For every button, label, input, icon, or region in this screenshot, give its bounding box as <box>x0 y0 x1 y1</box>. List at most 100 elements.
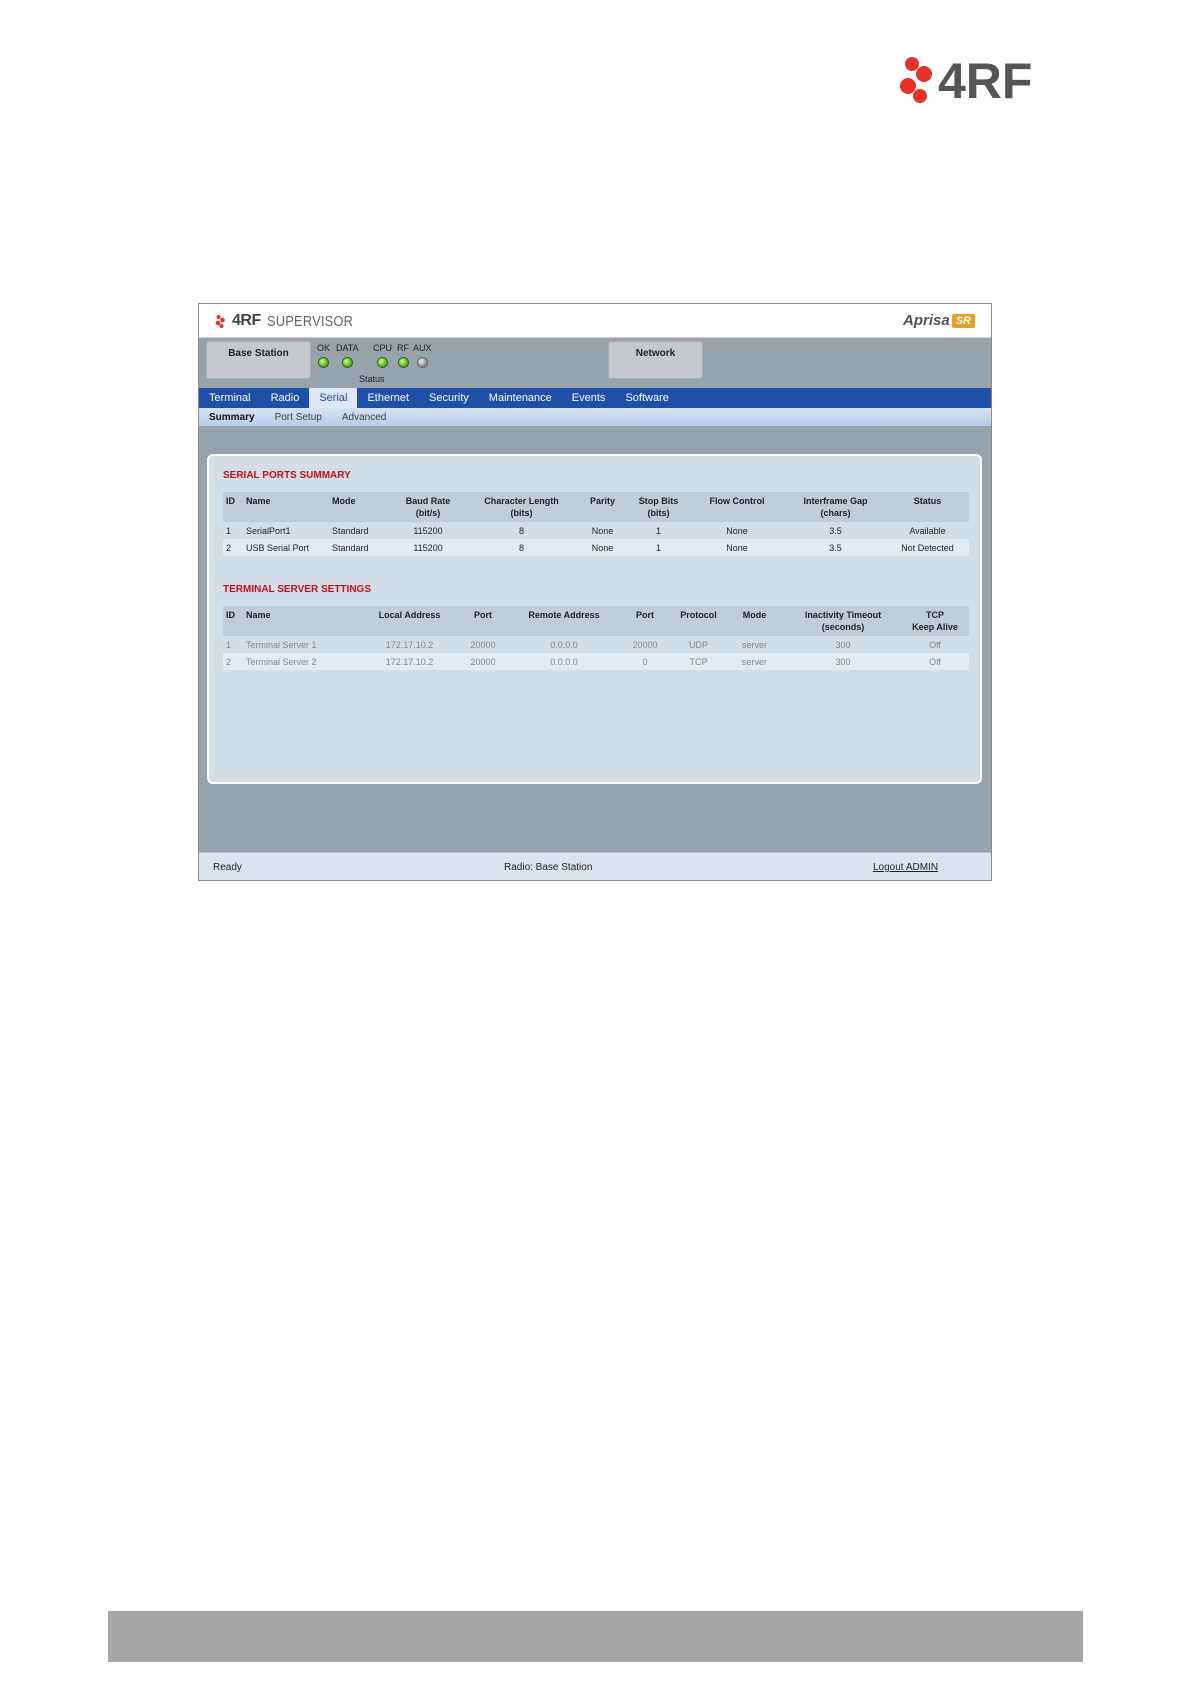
col-baud-rate: Baud Rate (bit/s) <box>390 492 466 522</box>
brand-mark-icon <box>215 315 225 328</box>
cell-baud-rate: 115200 <box>390 539 466 556</box>
cell-remote-address: 0.0.0.0 <box>550 639 578 650</box>
status-ready: Ready <box>213 862 242 873</box>
cell-remote-address: 0.0.0.0 <box>511 653 617 670</box>
col-remote-port: Port <box>617 606 673 636</box>
col-local-port: Port <box>455 606 511 636</box>
cell-name: Terminal Server 1 <box>246 639 317 650</box>
status-label: Status <box>359 374 385 384</box>
sub-nav: Summary Port Setup Advanced <box>199 408 991 426</box>
cell-interframe-gap: 3.5 <box>829 525 842 536</box>
cell-mode: Standard <box>332 525 369 536</box>
table-header-row: ID Name Mode Baud Rate (bit/s) Character… <box>223 492 969 522</box>
cell-char-length: 8 <box>466 539 577 556</box>
led-rf: RF <box>397 343 409 368</box>
cell-stop-bits: 1 <box>628 539 689 556</box>
cell-id: 2 <box>223 653 243 670</box>
network-label: Network <box>635 348 676 359</box>
col-name: Name <box>243 606 364 636</box>
cell-flow-control: None <box>726 525 748 536</box>
base-station-label: Base Station <box>228 348 289 359</box>
cell-char-length: 8 <box>518 525 524 536</box>
led-ok: OK <box>317 343 330 368</box>
tab-events[interactable]: Events <box>562 388 616 408</box>
cell-inactivity-timeout: 300 <box>785 653 901 670</box>
led-aux-icon <box>416 357 428 368</box>
cell-id: 1 <box>226 639 232 650</box>
tab-software[interactable]: Software <box>615 388 678 408</box>
led-cpu: CPU <box>373 343 392 368</box>
subtab-summary[interactable]: Summary <box>199 412 265 423</box>
brand-logo: 4RF SUPERVISOR <box>215 312 367 330</box>
doc-logo-4rf: 4RF <box>898 52 1076 108</box>
table-row[interactable]: 2 USB Serial Port Standard 115200 8 None… <box>223 539 969 556</box>
table-row[interactable]: 1 SerialPort1 Standard 115200 8 None 1 N… <box>223 522 969 539</box>
col-mode: Mode <box>724 606 785 636</box>
cell-remote-port: 0 <box>617 653 673 670</box>
supervisor-window: 4RF SUPERVISOR Aprisa SR Base Station OK… <box>198 303 992 881</box>
tab-terminal[interactable]: Terminal <box>199 388 261 408</box>
cell-remote-port: 20000 <box>632 639 658 650</box>
cell-mode: server <box>741 639 767 650</box>
cell-mode: server <box>724 653 785 670</box>
led-rf-icon <box>397 357 409 368</box>
cell-interframe-gap: 3.5 <box>785 539 886 556</box>
terminal-server-table: ID Name Local Address Port Remote Addres… <box>223 606 969 670</box>
tab-ethernet[interactable]: Ethernet <box>357 388 419 408</box>
cell-id: 2 <box>223 539 243 556</box>
cell-inactivity-timeout: 300 <box>835 639 851 650</box>
col-flow-control: Flow Control <box>689 492 785 522</box>
col-protocol: Protocol <box>673 606 724 636</box>
col-id: ID <box>223 606 243 636</box>
cell-tcp-keep-alive: Off <box>901 653 969 670</box>
subtab-advanced[interactable]: Advanced <box>332 412 396 423</box>
brand-subtitle: SUPERVISOR <box>266 312 353 330</box>
table-row[interactable]: 2 Terminal Server 2 172.17.10.2 20000 0.… <box>223 653 969 670</box>
col-name: Name <box>243 492 329 522</box>
col-parity: Parity <box>577 492 628 522</box>
cell-status: Not Detected <box>886 539 969 556</box>
col-id: ID <box>223 492 243 522</box>
base-station-button[interactable]: Base Station <box>206 341 311 379</box>
led-ok-icon <box>318 357 329 368</box>
svg-text:4RF: 4RF <box>938 53 1032 108</box>
table-row[interactable]: 1 Terminal Server 1 172.17.10.2 20000 0.… <box>223 636 969 653</box>
cell-mode: Standard <box>329 539 390 556</box>
tab-maintenance[interactable]: Maintenance <box>479 388 562 408</box>
cell-parity: None <box>591 525 614 536</box>
product-badge: SR <box>951 313 975 328</box>
cell-baud-rate: 115200 <box>413 525 443 536</box>
tab-serial[interactable]: Serial <box>309 388 358 408</box>
product-logo: Aprisa SR <box>903 312 975 329</box>
cell-name: SerialPort1 <box>246 525 291 536</box>
serial-summary-table: ID Name Mode Baud Rate (bit/s) Character… <box>223 492 969 556</box>
col-mode: Mode <box>329 492 390 522</box>
serial-summary-title: SERIAL PORTS SUMMARY <box>223 470 351 481</box>
cell-protocol: TCP <box>673 653 724 670</box>
network-button[interactable]: Network <box>608 341 703 379</box>
table-header-row: ID Name Local Address Port Remote Addres… <box>223 606 969 636</box>
product-name: Aprisa <box>903 312 950 329</box>
cell-local-port: 20000 <box>470 639 496 650</box>
subtab-port-setup[interactable]: Port Setup <box>265 412 332 423</box>
col-local-address: Local Address <box>364 606 455 636</box>
col-stop-bits: Stop Bits (bits) <box>628 492 689 522</box>
tab-security[interactable]: Security <box>419 388 479 408</box>
col-inactivity-timeout: Inactivity Timeout (seconds) <box>785 606 901 636</box>
col-tcp-keep-alive: TCP Keep Alive <box>901 606 969 636</box>
logout-link[interactable]: Logout ADMIN <box>873 862 938 873</box>
cell-parity: None <box>577 539 628 556</box>
led-data: DATA <box>336 343 359 368</box>
page-footer-bar <box>108 1611 1083 1662</box>
brand-name: 4RF <box>232 312 261 329</box>
cell-stop-bits: 1 <box>655 525 661 536</box>
content-panel: SERIAL PORTS SUMMARY ID Name Mode Baud R… <box>207 454 982 784</box>
tab-radio[interactable]: Radio <box>261 388 310 408</box>
cell-local-address: 172.17.10.2 <box>364 653 455 670</box>
cell-protocol: UDP <box>688 639 708 650</box>
cell-name: USB Serial Port <box>243 539 329 556</box>
status-bar: Ready Radio: Base Station Logout ADMIN <box>199 852 991 880</box>
col-remote-address: Remote Address <box>511 606 617 636</box>
cell-tcp-keep-alive: Off <box>929 639 941 650</box>
led-aux: AUX <box>413 343 432 368</box>
